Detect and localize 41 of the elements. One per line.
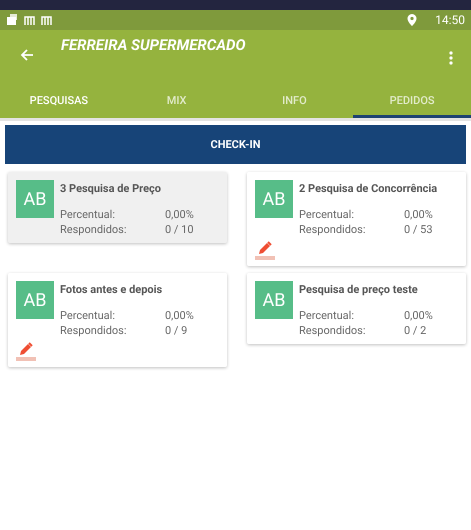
pencil-icon — [19, 342, 33, 356]
survey-title: 3 Pesquisa de Preço — [60, 182, 162, 195]
stat-label: Respondidos: — [299, 323, 367, 338]
stat-label: Percentual: — [299, 308, 355, 323]
avatar: AB — [16, 180, 54, 218]
pencil-icon — [258, 241, 272, 255]
survey-title: Pesquisa de preço teste — [299, 283, 419, 296]
stat-label: Percentual: — [299, 207, 355, 222]
stat-label: Respondidos: — [60, 323, 128, 338]
check-in-button[interactable]: CHECK-IN — [5, 125, 466, 164]
edit-button[interactable] — [16, 342, 36, 361]
stat-value: 0,00% — [404, 308, 434, 323]
avatar: AB — [16, 281, 54, 319]
location-icon — [407, 14, 418, 26]
survey-card[interactable]: AB Fotos antes e depois Percentual: 0,00% Respondidos: 0 / 9 — [8, 273, 227, 367]
page-title: FERREIRA SUPERMERCADO — [61, 36, 246, 54]
survey-title: Fotos antes e depois — [60, 283, 164, 296]
survey-title: 2 Pesquisa de Concorrência — [299, 182, 438, 195]
stat-value: 0,00% — [165, 207, 195, 222]
avatar: AB — [255, 180, 293, 218]
stat-value: 0 / 9 — [165, 323, 188, 338]
stat-value: 0 / 10 — [165, 222, 195, 237]
notification-icon — [41, 15, 52, 25]
stat-value: 0,00% — [165, 308, 195, 323]
stat-label: Percentual: — [60, 308, 116, 323]
notification-icon — [24, 15, 35, 25]
stat-label: Respondidos: — [299, 222, 367, 237]
clock: 14:50 — [435, 13, 465, 27]
survey-card[interactable]: AB 2 Pesquisa de Concorrência Percentual: 0,00% Respondidos: 0 / 53 — [247, 172, 466, 266]
stat-value: 0 / 2 — [404, 323, 428, 338]
back-arrow-icon — [20, 48, 34, 62]
stat-label: Respondidos: — [60, 222, 128, 237]
stat-label: Percentual: — [60, 207, 116, 222]
stat-value: 0 / 53 — [404, 222, 434, 237]
edit-button[interactable] — [255, 241, 275, 260]
more-icon — [449, 51, 453, 65]
survey-card[interactable]: AB Pesquisa de preço teste Percentual: 0,00% Respondidos: 0 / 2 — [247, 273, 466, 344]
avatar: AB — [255, 281, 293, 319]
notification-icon — [6, 14, 18, 26]
stat-value: 0,00% — [404, 207, 434, 222]
survey-card[interactable]: AB 3 Pesquisa de Preço Percentual: 0,00% Respondidos: 0 / 10 — [8, 172, 227, 243]
